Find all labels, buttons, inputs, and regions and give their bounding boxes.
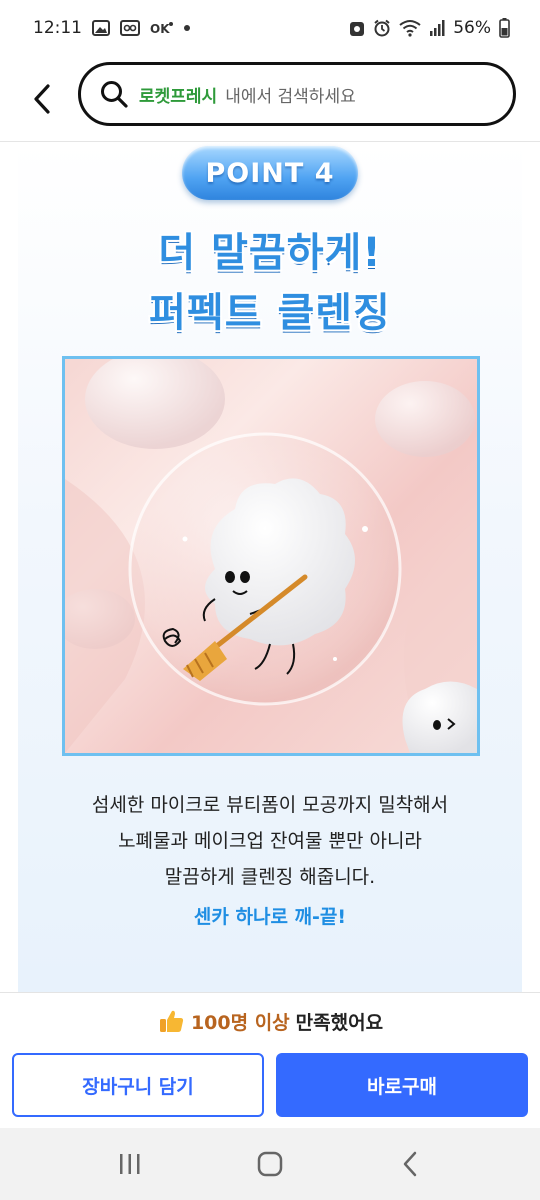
system-nav-bar xyxy=(0,1128,540,1200)
gallery-notification-icon xyxy=(92,20,110,36)
description-line-1: 섬세한 마이크로 뷰티폼이 모공까지 밀착해서 xyxy=(91,794,449,816)
system-back-button[interactable] xyxy=(380,1134,440,1194)
add-to-cart-button[interactable]: 장바구니 담기 xyxy=(12,1053,264,1117)
foam-bubble-illustration xyxy=(65,359,477,753)
home-icon xyxy=(257,1151,283,1177)
satisfaction-suffix: 만족했어요 xyxy=(295,1011,384,1034)
more-notifications-icon xyxy=(184,25,190,31)
app-notification-icon xyxy=(349,19,365,37)
recent-apps-icon xyxy=(120,1154,140,1174)
battery-icon xyxy=(499,18,510,38)
wifi-icon xyxy=(399,19,421,37)
product-detail-content: POINT 4 더 말끔하게! 퍼펙트 클렌징 섬세한 마이크로 뷰티폼이 모공… xyxy=(18,142,522,992)
headline-line-2: 퍼펙트 클렌징 xyxy=(149,290,391,336)
back-button[interactable] xyxy=(12,69,72,129)
headline-line-1: 더 말끔하게! xyxy=(158,230,382,276)
search-icon xyxy=(101,81,128,108)
system-back-icon xyxy=(403,1151,417,1177)
search-header: 로켓프레시 내에서 검색하세요 xyxy=(0,56,540,142)
satisfaction-count: 100명 이상 xyxy=(190,1011,290,1034)
back-arrow-icon xyxy=(34,83,50,114)
alarm-icon xyxy=(373,19,391,37)
product-illustration xyxy=(62,356,480,756)
buy-now-button[interactable]: 바로구매 xyxy=(276,1053,528,1117)
status-right: 56% xyxy=(349,18,510,38)
voicemail-notification-icon xyxy=(120,20,140,36)
description-line-3: 말끔하게 클렌징 해줍니다. xyxy=(164,866,376,888)
status-time: 12:11 xyxy=(33,18,82,38)
description-line-2: 노폐물과 메이크업 잔여물 뿐만 아니라 xyxy=(118,830,422,852)
search-scope-brand: 로켓프레시 xyxy=(139,86,218,107)
satisfaction-banner: 100명 이상 만족했어요 xyxy=(0,1007,540,1035)
status-bar: 12:11 OK 56% xyxy=(0,0,540,56)
point-badge: POINT 4 xyxy=(182,146,358,200)
search-placeholder: 내에서 검색하세요 xyxy=(225,86,356,107)
battery-percent: 56% xyxy=(453,18,491,38)
tagline: 센카 하나로 깨-끝! xyxy=(193,906,347,928)
home-button[interactable] xyxy=(240,1134,300,1194)
recent-apps-button[interactable] xyxy=(100,1134,160,1194)
ok-notification-icon: OK xyxy=(150,20,174,36)
purchase-bar: 100명 이상 만족했어요 장바구니 담기 바로구매 xyxy=(0,992,540,1128)
svg-text:OK: OK xyxy=(150,22,170,36)
search-input[interactable]: 로켓프레시 내에서 검색하세요 xyxy=(78,62,516,126)
signal-icon xyxy=(429,19,445,37)
thumbs-up-icon xyxy=(159,1010,184,1032)
status-left: 12:11 OK xyxy=(33,18,190,38)
